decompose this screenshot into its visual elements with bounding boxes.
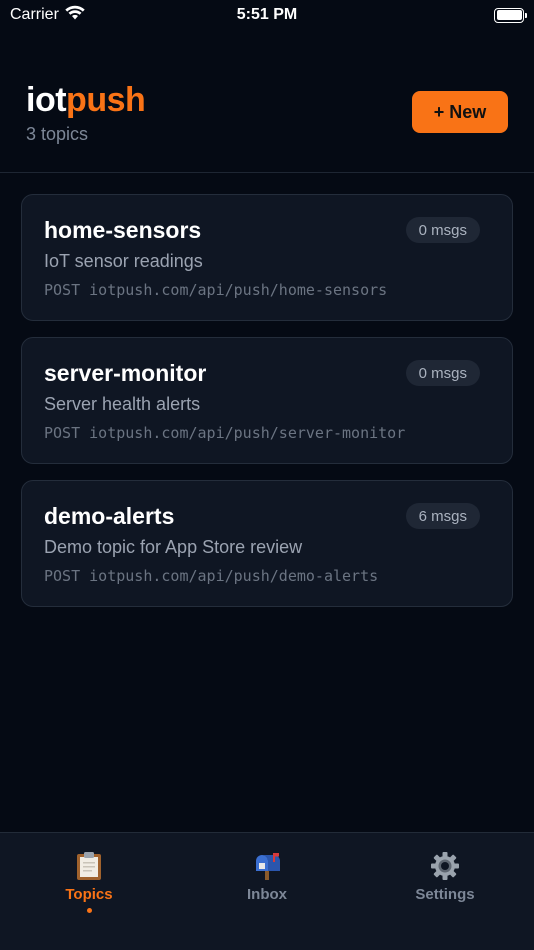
active-tab-indicator [86,908,92,913]
header-divider [0,172,534,173]
tab-topics[interactable]: Topics [0,833,178,950]
battery-icon [494,7,527,23]
message-count-badge: 6 msgs [405,503,480,529]
gear-icon [430,851,460,881]
topic-endpoint: POST iotpush.com/api/push/server-monitor [44,424,406,442]
tab-bar: Topics Inbox Settings [0,832,534,950]
logo-text-iot: iot [26,81,67,119]
topic-endpoint: POST iotpush.com/api/push/home-sensors [44,281,388,299]
tab-label: Settings [415,886,475,903]
wifi-icon [65,5,85,25]
topic-endpoint: POST iotpush.com/api/push/demo-alerts [44,567,379,585]
status-bar: Carrier 5:51 PM [0,0,534,30]
tab-label: Inbox [247,886,287,903]
topic-description: Demo topic for App Store review [44,537,303,557]
topic-card-demo-alerts[interactable]: demo-alerts Demo topic for App Store rev… [21,480,513,607]
message-count-badge: 0 msgs [405,360,480,386]
new-topic-button[interactable]: + New [412,91,508,133]
tab-label: Topics [65,886,113,903]
battery-fill [496,10,522,20]
topic-card-home-sensors[interactable]: home-sensors IoT sensor readings POST io… [21,194,513,321]
header: iotpush 3 topics + New [26,80,508,150]
logo-text-push: push [66,81,146,119]
topic-description: Server health alerts [44,394,201,414]
tab-settings[interactable]: Settings [356,833,534,950]
carrier-label: Carrier [10,6,59,23]
app-screen: Carrier 5:51 PM iotpush 3 topics + New h… [0,0,534,950]
mailbox-icon [252,851,282,881]
topic-card-server-monitor[interactable]: server-monitor Server health alerts POST… [21,337,513,464]
topic-list: home-sensors IoT sensor readings POST io… [21,194,513,623]
topic-description: IoT sensor readings [44,251,203,271]
status-left: Carrier [10,5,85,25]
tab-inbox[interactable]: Inbox [178,833,356,950]
message-count-badge: 0 msgs [405,217,480,243]
clipboard-icon [74,851,104,881]
